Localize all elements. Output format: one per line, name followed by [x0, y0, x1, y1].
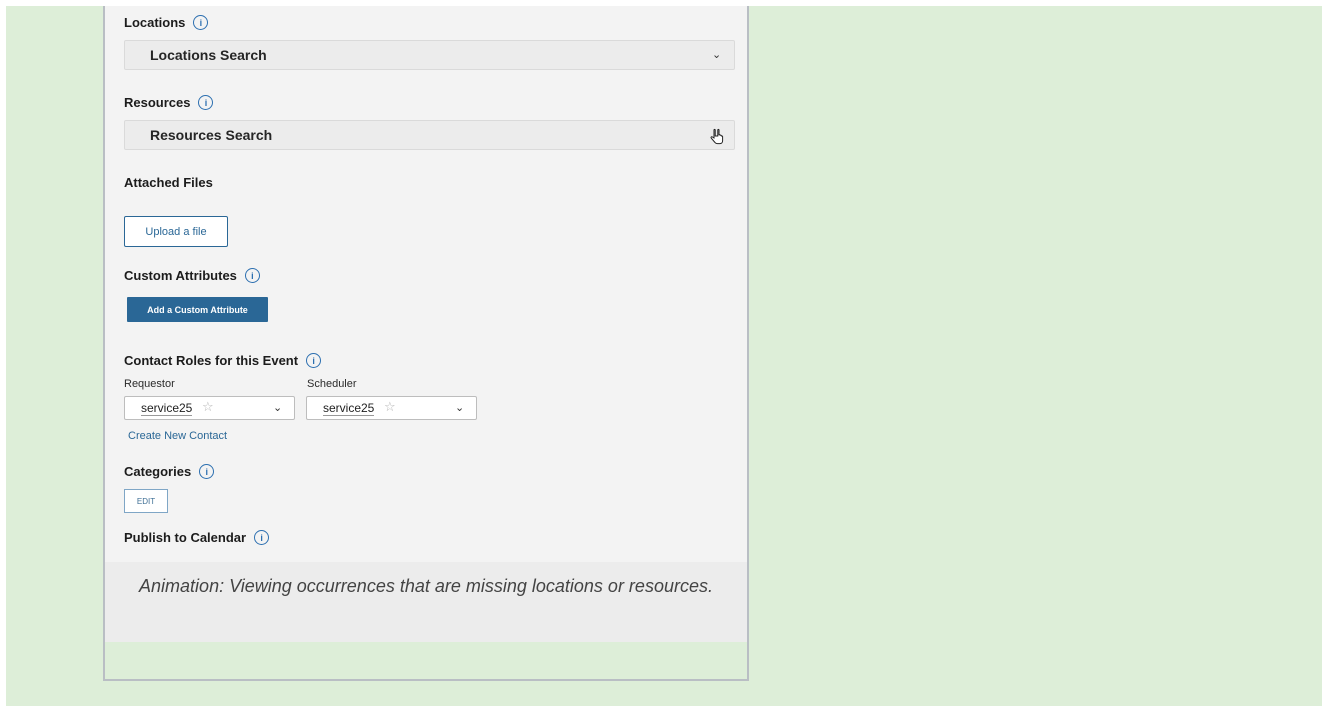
- chevron-down-icon: ⌄: [455, 402, 465, 414]
- create-new-contact-link[interactable]: Create New Contact: [128, 430, 227, 442]
- resources-label: Resources i: [124, 95, 214, 110]
- requestor-label: Requestor: [124, 378, 175, 390]
- chevron-down-icon: ⌄: [712, 49, 722, 61]
- locations-search-text: Locations Search: [150, 47, 267, 63]
- resources-search-dropdown[interactable]: Resources Search ⌄: [124, 120, 735, 150]
- scheduler-select[interactable]: service25 ☆ ⌄: [306, 396, 477, 420]
- info-icon[interactable]: i: [199, 464, 215, 479]
- attached-files-label-text: Attached Files: [124, 175, 213, 190]
- add-custom-attribute-button[interactable]: Add a Custom Attribute: [127, 297, 268, 322]
- requestor-value: service25: [141, 401, 193, 416]
- categories-label-text: Categories: [124, 464, 192, 479]
- locations-label: Locations i: [124, 15, 209, 30]
- upload-file-button[interactable]: Upload a file: [124, 216, 228, 247]
- info-icon[interactable]: i: [254, 530, 270, 545]
- info-icon[interactable]: i: [244, 268, 260, 283]
- custom-attributes-label-text: Custom Attributes: [124, 268, 237, 283]
- contact-roles-label-text: Contact Roles for this Event: [124, 353, 299, 368]
- scheduler-label: Scheduler: [307, 378, 357, 390]
- contact-roles-label: Contact Roles for this Event i: [124, 353, 322, 368]
- star-outline-icon[interactable]: ☆: [384, 399, 396, 415]
- star-outline-icon[interactable]: ☆: [202, 399, 214, 415]
- resources-search-text: Resources Search: [150, 127, 273, 143]
- hand-pointer-cursor-icon: [710, 128, 724, 145]
- resources-label-text: Resources: [124, 95, 191, 110]
- scheduler-value: service25: [323, 401, 375, 416]
- animation-caption: Animation: Viewing occurrences that are …: [139, 576, 713, 596]
- custom-attributes-label: Custom Attributes i: [124, 268, 260, 283]
- attached-files-label: Attached Files: [124, 175, 213, 190]
- edit-categories-button[interactable]: EDIT: [124, 489, 168, 513]
- categories-label: Categories i: [124, 464, 215, 479]
- chevron-down-icon: ⌄: [273, 402, 283, 414]
- locations-label-text: Locations: [124, 15, 186, 30]
- info-icon[interactable]: i: [193, 15, 209, 30]
- locations-search-dropdown[interactable]: Locations Search ⌄: [124, 40, 735, 70]
- publish-to-calendar-label-text: Publish to Calendar: [124, 530, 247, 545]
- info-icon[interactable]: i: [306, 353, 322, 368]
- requestor-select[interactable]: service25 ☆ ⌄: [124, 396, 295, 420]
- info-icon[interactable]: i: [198, 95, 214, 110]
- publish-to-calendar-label: Publish to Calendar i: [124, 530, 270, 545]
